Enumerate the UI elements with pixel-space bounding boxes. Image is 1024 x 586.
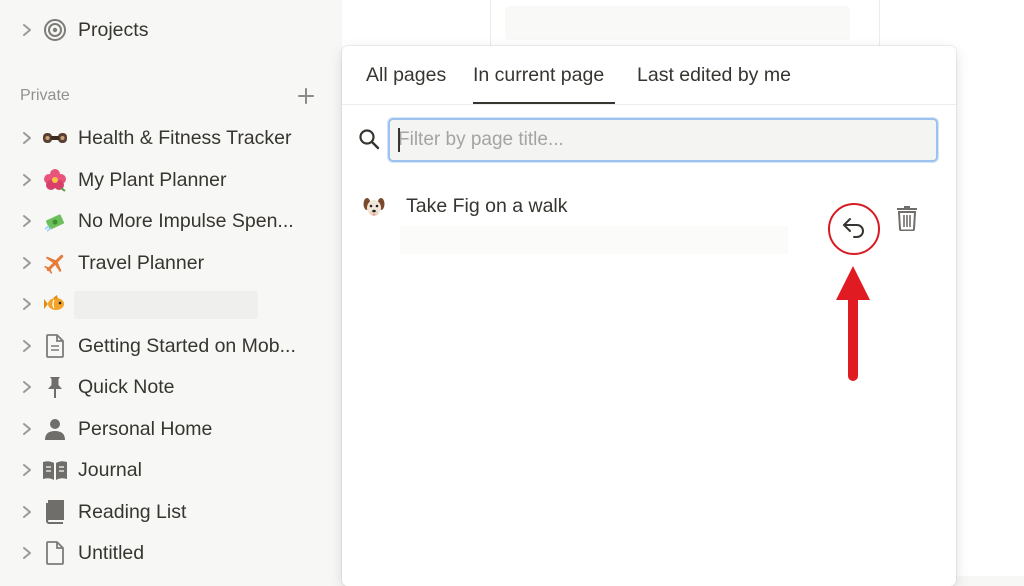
trash-icon <box>896 205 918 236</box>
sidebar-item-personal-home[interactable]: Personal Home <box>0 411 330 447</box>
bookmark-book-icon <box>42 499 68 525</box>
chevron-right-icon[interactable] <box>18 420 36 438</box>
sidebar-item-label: My Plant Planner <box>78 168 227 191</box>
sidebar-item-plant-planner[interactable]: My Plant Planner <box>0 162 330 198</box>
tab-last-edited-by-me[interactable]: Last edited by me <box>637 64 791 87</box>
sidebar-item-label: Quick Note <box>78 375 175 398</box>
page-icon <box>42 540 68 566</box>
text-caret <box>398 128 400 152</box>
chevron-right-icon[interactable] <box>18 295 36 313</box>
popup-tabs: All pages In current page Last edited by… <box>342 46 956 105</box>
sidebar-item-label: Travel Planner <box>78 251 205 274</box>
undo-arrow-icon <box>841 216 867 243</box>
sidebar-item-label: Untitled <box>78 541 145 564</box>
sidebar-item-getting-started[interactable]: Getting Started on Mob... <box>0 328 330 364</box>
sidebar-item-label-placeholder <box>74 291 258 319</box>
page-content-placeholder <box>505 6 850 40</box>
dumbbell-icon <box>42 125 68 151</box>
delete-permanently-button[interactable] <box>892 204 922 236</box>
sidebar-item-untitled[interactable]: Untitled <box>0 535 330 571</box>
result-path-placeholder <box>400 226 788 254</box>
chevron-right-icon[interactable] <box>18 254 36 272</box>
chevron-right-icon[interactable] <box>18 129 36 147</box>
sidebar-item-label: Getting Started on Mob... <box>78 334 296 357</box>
active-tab-indicator <box>473 102 615 104</box>
sidebar: Projects Private Health & Fitness Tracke… <box>0 0 342 576</box>
sidebar-item-label: No More Impulse Spen... <box>78 209 294 232</box>
chevron-right-icon[interactable] <box>18 337 36 355</box>
chevron-right-icon[interactable] <box>18 212 36 230</box>
chevron-right-icon[interactable] <box>18 544 36 562</box>
tab-in-current-page[interactable]: In current page <box>473 64 604 87</box>
sidebar-item-label: Projects <box>78 18 149 41</box>
sidebar-item-health-fitness[interactable]: Health & Fitness Tracker <box>0 120 330 156</box>
trash-popup: All pages In current page Last edited by… <box>342 46 956 586</box>
sidebar-item-quick-note[interactable]: Quick Note <box>0 369 330 405</box>
chevron-right-icon[interactable] <box>18 378 36 396</box>
book-icon <box>42 457 68 483</box>
fish-icon <box>42 291 68 317</box>
sidebar-item-reading-list[interactable]: Reading List <box>0 494 330 530</box>
sidebar-item-impulse-spending[interactable]: No More Impulse Spen... <box>0 203 330 239</box>
sidebar-item-label: Personal Home <box>78 417 213 440</box>
target-icon <box>42 17 68 43</box>
search-icon <box>358 128 380 150</box>
sidebar-item-untitled-fish[interactable] <box>0 286 330 322</box>
airplane-icon <box>42 250 68 276</box>
sidebar-item-projects[interactable]: Projects <box>0 12 330 48</box>
sidebar-item-label: Journal <box>78 458 142 481</box>
chevron-right-icon[interactable] <box>18 171 36 189</box>
restore-button[interactable] <box>828 203 880 255</box>
sidebar-item-journal[interactable]: Journal <box>0 452 330 488</box>
dog-icon <box>362 196 386 226</box>
money-icon <box>42 208 68 234</box>
filter-by-title-input[interactable] <box>388 118 938 162</box>
sidebar-item-travel-planner[interactable]: Travel Planner <box>0 245 330 281</box>
sidebar-item-label: Reading List <box>78 500 187 523</box>
result-title: Take Fig on a walk <box>406 195 568 217</box>
tab-all-pages[interactable]: All pages <box>366 64 446 87</box>
add-page-icon[interactable] <box>296 86 316 106</box>
sidebar-item-label: Health & Fitness Tracker <box>78 126 292 149</box>
chevron-right-icon[interactable] <box>18 461 36 479</box>
hibiscus-icon <box>42 167 68 193</box>
section-title-private: Private <box>20 87 70 104</box>
annotation-arrow <box>834 264 872 384</box>
chevron-right-icon[interactable] <box>18 21 36 39</box>
person-icon <box>42 416 68 442</box>
pin-icon <box>42 374 68 400</box>
chevron-right-icon[interactable] <box>18 503 36 521</box>
page-icon <box>42 333 68 359</box>
